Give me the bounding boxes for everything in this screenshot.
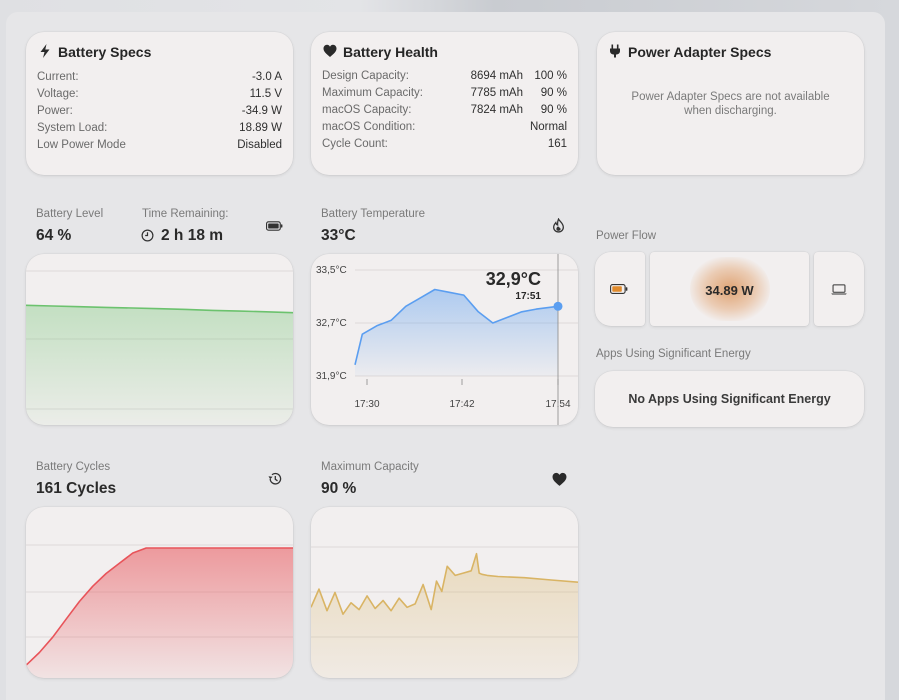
time-remaining-value: 2 h 18 m: [161, 227, 224, 244]
battery-health-row-percent: 90 %: [540, 86, 567, 99]
battery-cycles-area: [26, 548, 293, 678]
power-flow-value: 34.89 W: [705, 283, 754, 298]
battery-level-value: 64 %: [36, 227, 72, 244]
battery-level-chart-card: [26, 254, 293, 425]
battery-specs-card: Battery Specs Current: -3.0 A Voltage: 11.5…: [26, 32, 293, 175]
bolt-icon: [40, 44, 50, 58]
temp-y-tick-mid: 32,7°C: [316, 318, 347, 329]
battery-health-row: Cycle Count: 161: [322, 135, 567, 152]
battery-level-area: [26, 305, 293, 425]
battery-health-row-value: 7824 mAh: [470, 103, 523, 116]
temp-x-tick-1: 17:30: [354, 399, 379, 410]
battery-specs-row: Voltage: 11.5 V: [37, 85, 282, 102]
battery-health-card: Battery Health Design Capacity: 8694 mAh 1…: [311, 32, 578, 175]
battery-temperature-label: Battery Temperature: [321, 208, 425, 220]
max-capacity-chart: [311, 546, 578, 678]
temp-cursor-dot: [553, 301, 563, 311]
battery-specs-rows: Current: -3.0 A Voltage: 11.5 V Power: -34.9 …: [37, 68, 282, 153]
battery-specs-row: System Load: 18.89 W: [37, 119, 282, 136]
battery-specs-row-label: Power:: [37, 104, 73, 117]
adapter-specs-card: Power Adapter Specs Power Adapter Specs …: [597, 32, 864, 175]
plug-icon: [610, 44, 620, 58]
power-flow-label: Power Flow: [596, 230, 657, 242]
battery-orange-icon: [610, 284, 628, 294]
max-capacity-label: Maximum Capacity: [321, 461, 419, 473]
heart-icon: [323, 44, 337, 57]
max-capacity-chart-card: [311, 507, 578, 678]
battery-temperature-chart: 33,5°C 32,7°C 31,9°C 17:30 17:42 17:54 3…: [316, 254, 578, 425]
apps-energy-card: No Apps Using Significant Energy: [595, 371, 864, 427]
battery-cycles-chart-card: [26, 507, 293, 678]
apps-energy-message: No Apps Using Significant Energy: [628, 392, 831, 406]
laptop-icon: [831, 284, 847, 295]
battery-specs-row: Current: -3.0 A: [37, 68, 282, 85]
battery-health-row-value: Normal: [529, 120, 567, 133]
flame-icon: [553, 218, 564, 233]
history-icon: [268, 472, 282, 485]
battery-health-row: Maximum Capacity: 7785 mAh 90 %: [322, 84, 567, 101]
max-capacity-value: 90 %: [321, 480, 357, 497]
battery-health-row-value: 8694 mAh: [470, 69, 523, 82]
battery-specs-row: Power: -34.9 W: [37, 102, 282, 119]
battery-level-label: Battery Level: [36, 208, 104, 220]
temp-y-tick-top: 33,5°C: [316, 265, 347, 276]
battery-health-row-label: Cycle Count:: [322, 137, 388, 150]
battery-specs-row-value: -3.0 A: [251, 70, 282, 83]
battery-temperature-area: [355, 289, 558, 376]
power-flow-center-card: 34.89 W: [650, 252, 809, 326]
power-flow-battery-card: [595, 252, 645, 326]
adapter-specs-message-1: Power Adapter Specs are not available: [631, 91, 830, 103]
battery-specs-row: Low Power Mode Disabled: [37, 136, 282, 153]
battery-health-row-label: macOS Condition:: [322, 120, 416, 133]
battery-cycles-chart: [26, 544, 293, 678]
battery-health-row-label: macOS Capacity:: [322, 103, 412, 116]
battery-cycles-value: 161 Cycles: [36, 480, 117, 497]
battery-health-row-value: 7785 mAh: [470, 86, 523, 99]
battery-specs-title: Battery Specs: [58, 44, 152, 60]
temp-readout-value: 32,9°C: [486, 269, 541, 289]
adapter-specs-message-2: when discharging.: [684, 105, 777, 117]
battery-icon: [266, 221, 283, 231]
battery-health-row: Design Capacity: 8694 mAh 100 %: [322, 67, 567, 84]
battery-specs-row-label: System Load:: [37, 121, 108, 134]
battery-health-row-percent: 90 %: [540, 103, 567, 116]
battery-specs-row-label: Voltage:: [37, 87, 79, 100]
battery-health-row-value: 161: [547, 137, 567, 150]
max-capacity-area: [311, 553, 578, 678]
battery-specs-row-value: Disabled: [237, 138, 282, 151]
battery-specs-row-value: 18.89 W: [239, 121, 282, 134]
battery-health-row-percent: 100 %: [534, 69, 567, 82]
battery-health-rows: Design Capacity: 8694 mAh 100 % Maximum Cap…: [322, 67, 567, 152]
temp-x-tick-2: 17:42: [449, 399, 474, 410]
battery-health-row-label: Design Capacity:: [322, 69, 409, 82]
time-remaining-label: Time Remaining:: [142, 208, 229, 220]
battery-specs-row-label: Current:: [37, 70, 79, 83]
heart-filled-icon: [552, 472, 567, 486]
clock-icon: [141, 229, 154, 242]
battery-health-row: macOS Condition: Normal: [322, 118, 567, 135]
battery-level-chart: [26, 270, 293, 425]
power-flow-laptop-card: [814, 252, 864, 326]
battery-cycles-label: Battery Cycles: [36, 461, 111, 473]
apps-energy-label: Apps Using Significant Energy: [596, 348, 751, 360]
battery-health-row-label: Maximum Capacity:: [322, 86, 423, 99]
battery-health-row: macOS Capacity: 7824 mAh 90 %: [322, 101, 567, 118]
adapter-specs-title: Power Adapter Specs: [628, 44, 772, 60]
battery-specs-row-label: Low Power Mode: [37, 138, 126, 151]
temp-y-tick-bottom: 31,9°C: [316, 371, 347, 382]
battery-specs-row-value: -34.9 W: [241, 104, 282, 117]
battery-temperature-chart-card: 33,5°C 32,7°C 31,9°C 17:30 17:42 17:54 3…: [311, 254, 578, 425]
temp-readout-time: 17:51: [515, 291, 541, 302]
battery-health-title: Battery Health: [343, 44, 438, 60]
battery-specs-row-value: 11.5 V: [249, 87, 282, 100]
battery-temperature-value: 33°C: [321, 227, 356, 244]
